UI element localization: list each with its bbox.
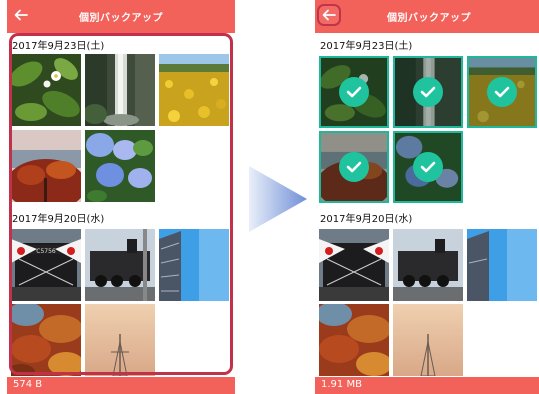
photo-thumbnail-selected[interactable] bbox=[393, 56, 463, 128]
app-header: 個別バックアップ bbox=[7, 0, 235, 33]
photo-thumbnail[interactable] bbox=[319, 304, 389, 376]
photo-thumbnail[interactable] bbox=[393, 304, 463, 376]
backup-size-text: 1.91 MB bbox=[321, 379, 362, 390]
photo-thumbnail[interactable] bbox=[85, 229, 155, 301]
photo-thumbnail-selected[interactable] bbox=[393, 131, 463, 203]
photo-thumbnail[interactable] bbox=[467, 229, 537, 301]
photo-thumbnail-selected[interactable] bbox=[319, 56, 389, 128]
photo-thumbnail-selected[interactable] bbox=[319, 131, 389, 203]
app-header: 個別バックアップ bbox=[315, 0, 539, 33]
section-date: 2017年9月23日(土) bbox=[12, 41, 105, 52]
section-date: 2017年9月20日(水) bbox=[12, 214, 105, 225]
svg-text:C5756: C5756 bbox=[36, 248, 56, 255]
check-icon bbox=[413, 152, 443, 182]
screen-before: 個別バックアップ 2017年9月23日(土) 2017年9月20日(水) C57… bbox=[7, 0, 235, 394]
photo-thumbnail[interactable] bbox=[393, 229, 463, 301]
section-date: 2017年9月20日(水) bbox=[320, 214, 413, 225]
photo-thumbnail[interactable] bbox=[11, 130, 81, 202]
footer-size-bar: 574 B bbox=[7, 377, 235, 394]
photo-thumbnail[interactable] bbox=[319, 229, 389, 301]
check-icon bbox=[487, 77, 517, 107]
photo-thumbnail[interactable] bbox=[85, 54, 155, 126]
photo-thumbnail-selected[interactable] bbox=[467, 56, 537, 128]
check-icon bbox=[413, 77, 443, 107]
photo-thumbnail[interactable] bbox=[159, 229, 229, 301]
photo-thumbnail[interactable] bbox=[11, 54, 81, 126]
transition-arrow-icon bbox=[249, 166, 307, 232]
check-icon bbox=[339, 77, 369, 107]
back-button[interactable] bbox=[317, 4, 341, 26]
photo-thumbnail[interactable] bbox=[85, 130, 155, 202]
arrow-left-icon bbox=[14, 9, 28, 21]
photo-thumbnail[interactable] bbox=[11, 304, 81, 376]
section-date: 2017年9月23日(土) bbox=[320, 41, 413, 52]
arrow-left-icon bbox=[322, 9, 336, 21]
photo-thumbnail[interactable] bbox=[159, 54, 229, 126]
footer-size-bar: 1.91 MB bbox=[315, 377, 539, 394]
photo-thumbnail[interactable] bbox=[85, 304, 155, 376]
page-title: 個別バックアップ bbox=[79, 13, 163, 24]
check-icon bbox=[339, 152, 369, 182]
page-title: 個別バックアップ bbox=[387, 13, 471, 24]
back-button[interactable] bbox=[9, 4, 33, 26]
photo-thumbnail[interactable]: C5756 bbox=[11, 229, 81, 301]
screen-after: 個別バックアップ 2017年9月23日(土) 2017年9月20日(水) 1.9… bbox=[315, 0, 539, 394]
backup-size-text: 574 B bbox=[13, 379, 43, 390]
